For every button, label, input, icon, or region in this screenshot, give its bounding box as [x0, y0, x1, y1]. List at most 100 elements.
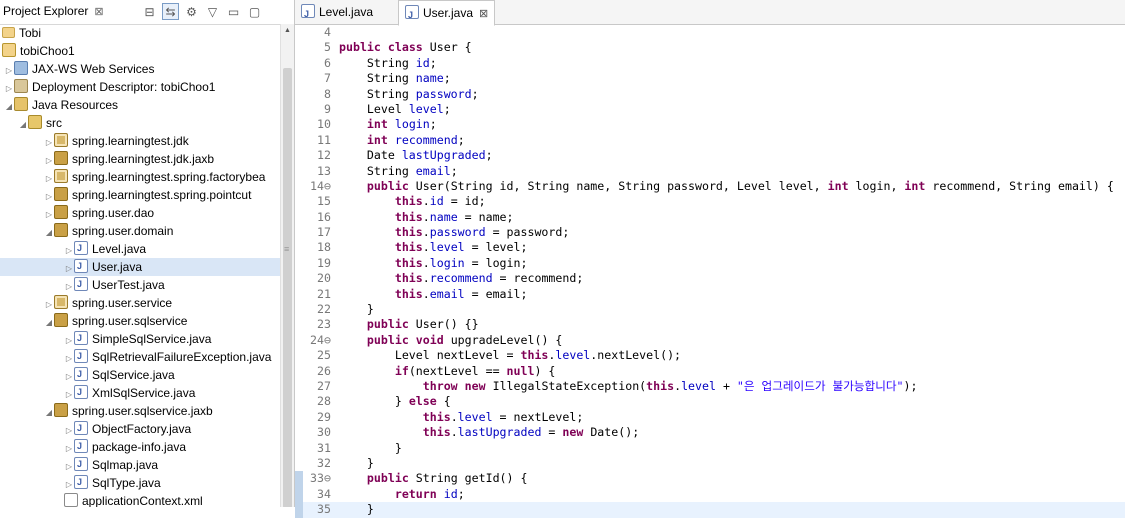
tab-level-java[interactable]: Level.java: [295, 0, 379, 26]
code-text: this.email = email;: [394, 286, 528, 301]
code-line[interactable]: 26 if(nextLevel == null) {: [295, 364, 1125, 379]
code-line[interactable]: 5 public class User {: [295, 40, 1125, 55]
code-line[interactable]: 24⊖ public void upgradeLevel() {: [295, 333, 1125, 348]
tree-item-label: package-info.java: [92, 440, 187, 454]
java-icon: [74, 275, 88, 293]
tree-item-label: ObjectFactory.java: [92, 422, 192, 436]
code-text: public String getId() {: [366, 471, 528, 486]
code-line[interactable]: 30 this.lastUpgraded = new Date();: [295, 425, 1125, 440]
view-menu-icon[interactable]: ▽: [204, 3, 221, 20]
tree-item[interactable]: ▷ObjectFactory.java: [0, 419, 280, 438]
scroll-up-icon[interactable]: ▲: [284, 27, 291, 34]
code-line[interactable]: 29 this.level = nextLevel;: [295, 410, 1125, 425]
code-line[interactable]: 20 this.recommend = recommend;: [295, 271, 1125, 286]
java-icon: [74, 419, 88, 437]
explorer-scrollbar[interactable]: ▲ ≡: [280, 24, 294, 507]
tree-item[interactable]: applicationContext.xml: [0, 492, 280, 507]
tree-item[interactable]: ▷Level.java: [0, 239, 280, 258]
code-line[interactable]: 32 }: [295, 456, 1125, 471]
code-line[interactable]: 16 this.name = name;: [295, 210, 1125, 225]
tree-item-label: Java Resources: [32, 98, 119, 112]
code-line[interactable]: 21 this.email = email;: [295, 287, 1125, 302]
code-line[interactable]: 33⊖ public String getId() {: [295, 471, 1125, 487]
code-line[interactable]: 15 this.id = id;: [295, 194, 1125, 209]
tree-item-label: User.java: [92, 260, 143, 274]
tree-item-label: spring.user.sqlservice: [72, 314, 188, 328]
minimize-icon[interactable]: ▭: [225, 3, 242, 20]
code-line[interactable]: 18 this.level = level;: [295, 240, 1125, 255]
line-number: 26: [317, 363, 331, 378]
tree-item[interactable]: ▷package-info.java: [0, 437, 280, 456]
tree-item[interactable]: ▷ spring.learningtest.spring.pointcut: [0, 186, 280, 204]
tree-item[interactable]: ▷ spring.user.dao: [0, 204, 280, 222]
tree-item[interactable]: Tobi: [0, 24, 280, 42]
tree-item[interactable]: ▷XmlSqlService.java: [0, 383, 280, 402]
tree-item[interactable]: ▷SimpleSqlService.java: [0, 329, 280, 348]
dd-icon: [14, 79, 28, 93]
code-line[interactable]: 11 int recommend;: [295, 133, 1125, 148]
java-icon: [74, 365, 88, 383]
line-number: 7: [324, 71, 331, 86]
code-line[interactable]: 10 int login;: [295, 117, 1125, 132]
maximize-icon[interactable]: ▢: [246, 3, 263, 20]
tree-item[interactable]: ▷UserTest.java: [0, 275, 280, 294]
code-line[interactable]: 27 throw new IllegalStateException(this.…: [295, 379, 1125, 394]
code-line[interactable]: 22 }: [295, 302, 1125, 317]
code-line[interactable]: 4: [295, 25, 1125, 40]
code-text: Date lastUpgraded;: [339, 148, 493, 163]
occurrence-marker: [295, 502, 303, 518]
tree-item[interactable]: ◢ src: [0, 114, 280, 132]
tree-item-label: spring.learningtest.jdk.jaxb: [72, 152, 215, 166]
filter-icon[interactable]: ⚙: [183, 3, 200, 20]
close-icon[interactable]: ⊠: [479, 8, 488, 20]
tree-item-label: spring.user.service: [72, 296, 173, 310]
tree-item[interactable]: ▷ spring.learningtest.jdk.jaxb: [0, 150, 280, 168]
java-icon: [74, 257, 88, 275]
code-line[interactable]: 31 }: [295, 441, 1125, 456]
tab-user-java[interactable]: User.java ⊠: [398, 0, 496, 27]
code-line[interactable]: 34 return id;: [295, 486, 1125, 503]
tree-item[interactable]: ▷ spring.user.service: [0, 294, 280, 312]
scroll-grip-icon: ≡: [284, 244, 290, 254]
tree-item-label: SqlRetrievalFailureException.java: [92, 350, 272, 364]
src-icon: [28, 115, 42, 129]
code-line[interactable]: 19 this.login = login;: [295, 256, 1125, 271]
tree-item[interactable]: ▷SqlType.java: [0, 473, 280, 492]
line-number: 6: [324, 55, 331, 70]
tree-item[interactable]: ▷User.java: [0, 257, 280, 276]
code-line[interactable]: 14⊖ public User(String id, String name, …: [295, 179, 1125, 194]
code-line[interactable]: 25 Level nextLevel = this.level.nextLeve…: [295, 348, 1125, 363]
code-text: String id;: [339, 55, 437, 70]
tree-item[interactable]: ◢ spring.user.domain: [0, 222, 280, 240]
code-line[interactable]: 28 } else {: [295, 394, 1125, 409]
tree-item[interactable]: ▷ Deployment Descriptor: tobiChoo1: [0, 78, 280, 96]
scrollbar-thumb[interactable]: [283, 68, 292, 507]
tree-item[interactable]: ▷SqlService.java: [0, 365, 280, 384]
code-line[interactable]: 8 String password;: [295, 87, 1125, 102]
java-icon: [74, 329, 88, 347]
code-area[interactable]: 4 5 public class User {6 String id; 7 Strin…: [295, 25, 1125, 518]
project-tree: Tobi tobiChoo1 ▷ JAX-WS Web Services ▷ Deploy…: [0, 24, 280, 507]
tree-item[interactable]: ▷ spring.learningtest.jdk: [0, 132, 280, 150]
tree-item[interactable]: ◢ spring.user.sqlservice.jaxb: [0, 402, 280, 420]
tree-item[interactable]: ◢ Java Resources: [0, 96, 280, 114]
tree-item[interactable]: ▷Sqlmap.java: [0, 455, 280, 474]
link-with-editor-icon[interactable]: ⇆: [162, 3, 179, 20]
tree-item[interactable]: ◢ spring.user.sqlservice: [0, 312, 280, 330]
code-line[interactable]: 12 Date lastUpgraded;: [295, 148, 1125, 163]
tree-item[interactable]: ▷SqlRetrievalFailureException.java: [0, 347, 280, 366]
explorer-toolbar: ⊟ ⇆ ⚙ ▽ ▭ ▢: [141, 3, 263, 20]
tree-item[interactable]: ▷ spring.learningtest.spring.factorybea: [0, 168, 280, 186]
code-line[interactable]: 7 String name;: [295, 71, 1125, 86]
tree-item[interactable]: ▷ JAX-WS Web Services: [0, 60, 280, 78]
code-line[interactable]: 9 Level level;: [295, 102, 1125, 117]
code-line[interactable]: 23 public User() {}: [295, 317, 1125, 332]
code-line[interactable]: 17 this.password = password;: [295, 225, 1125, 240]
close-icon[interactable]: ⊠: [94, 6, 103, 18]
project-explorer-tab[interactable]: Project Explorer ⊠: [3, 4, 104, 18]
tree-item[interactable]: tobiChoo1: [0, 42, 280, 60]
code-line[interactable]: 13 String email;: [295, 164, 1125, 179]
collapse-all-icon[interactable]: ⊟: [141, 3, 158, 20]
code-line[interactable]: 35 }: [295, 502, 1125, 518]
code-line[interactable]: 6 String id;: [295, 56, 1125, 71]
